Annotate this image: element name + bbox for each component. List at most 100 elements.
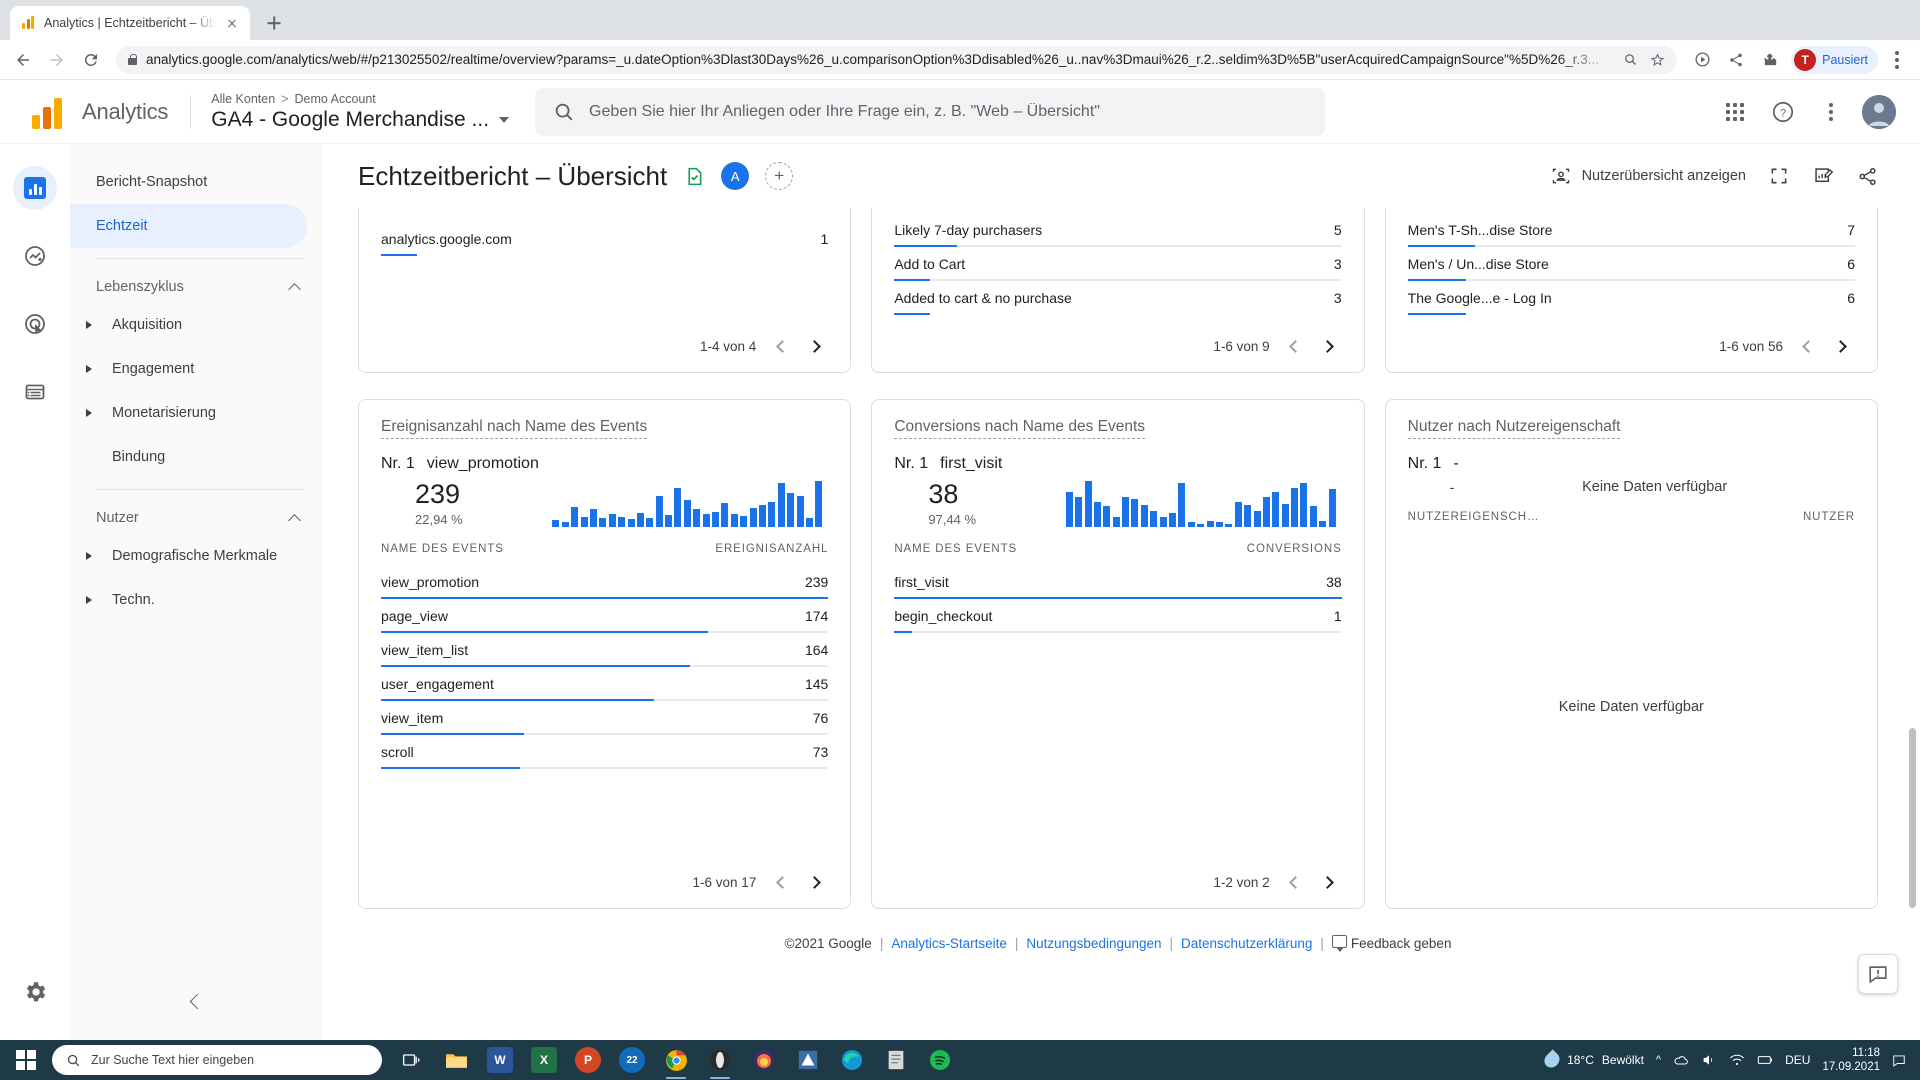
sidebar-item-bindung[interactable]: Bindung xyxy=(70,435,307,479)
taskbar-app-file-explorer[interactable] xyxy=(436,1040,476,1080)
more-options-icon[interactable] xyxy=(1814,95,1848,129)
table-row[interactable]: Add to Cart 3 xyxy=(894,247,1342,281)
media-control-icon[interactable] xyxy=(1687,45,1717,75)
table-row[interactable]: view_item 76 xyxy=(381,701,829,735)
table-row[interactable]: page_view 174 xyxy=(381,599,829,633)
share-icon[interactable] xyxy=(1856,165,1878,187)
account-selector[interactable]: Alle Konten > Demo Account GA4 - Google … xyxy=(211,92,510,132)
footer-link-privacy[interactable]: Datenschutzerklärung xyxy=(1181,936,1312,951)
next-page-button[interactable] xyxy=(804,870,828,894)
card-title[interactable]: Nutzer nach Nutzereigenschaft xyxy=(1407,418,1621,439)
table-row[interactable]: scroll 73 xyxy=(381,735,829,769)
sidebar-item-akquisition[interactable]: Akquisition xyxy=(70,303,307,347)
prev-page-button[interactable] xyxy=(768,334,792,358)
collapse-nav-button[interactable] xyxy=(179,984,213,1018)
weather-widget[interactable]: 18°C Bewölkt xyxy=(1541,1049,1644,1071)
taskbar-app-word[interactable]: W xyxy=(480,1040,520,1080)
sidebar-item-echtzeit[interactable]: Echtzeit xyxy=(70,204,307,248)
table-row[interactable]: begin_checkout 1 xyxy=(894,599,1342,633)
table-row[interactable]: analytics.google.com 1 xyxy=(381,222,828,256)
next-page-button[interactable] xyxy=(1318,334,1342,358)
taskbar-app-opera[interactable] xyxy=(700,1040,740,1080)
prev-page-button[interactable] xyxy=(1282,334,1306,358)
task-view-button[interactable] xyxy=(392,1040,432,1080)
address-bar[interactable]: analytics.google.com/analytics/web/#/p21… xyxy=(116,45,1678,74)
browser-tab[interactable]: Analytics | Echtzeitbericht – Über xyxy=(10,6,250,40)
close-tab-icon[interactable] xyxy=(224,15,240,31)
table-row[interactable]: view_promotion 239 xyxy=(381,565,829,599)
star-icon[interactable] xyxy=(1650,52,1665,67)
card-title[interactable]: Ereignisanzahl nach Name des Events xyxy=(381,418,648,439)
back-arrow-icon[interactable] xyxy=(8,45,38,75)
validated-check-icon[interactable] xyxy=(683,165,705,187)
fullscreen-icon[interactable] xyxy=(1768,165,1790,187)
puzzle-icon[interactable] xyxy=(1755,45,1785,75)
taskbar-app-outlook[interactable]: 22 xyxy=(612,1040,652,1080)
sidebar-item-explore[interactable] xyxy=(13,234,57,278)
taskbar-app-vlc[interactable] xyxy=(788,1040,828,1080)
help-icon[interactable]: ? xyxy=(1766,95,1800,129)
table-row[interactable]: Men's T-Sh...dise Store 7 xyxy=(1407,208,1855,247)
sidebar-item-reports[interactable] xyxy=(13,166,57,210)
battery-icon[interactable] xyxy=(1757,1052,1773,1068)
comparison-chip-a[interactable]: A xyxy=(721,162,750,190)
notifications-icon[interactable] xyxy=(1892,1053,1906,1067)
sidebar-item-techn[interactable]: Techn. xyxy=(70,578,307,622)
new-tab-button[interactable] xyxy=(260,9,288,37)
chrome-profile-button[interactable]: T Pausiert xyxy=(1791,45,1878,74)
footer-link-terms[interactable]: Nutzungsbedingungen xyxy=(1026,936,1161,951)
sidebar-item-configure[interactable] xyxy=(13,370,57,414)
onedrive-icon[interactable] xyxy=(1673,1052,1689,1068)
property-name[interactable]: GA4 - Google Merchandise ... xyxy=(211,108,510,132)
search-input[interactable] xyxy=(589,102,1308,121)
table-row[interactable]: Likely 7-day purchasers 5 xyxy=(894,208,1342,247)
add-comparison-button[interactable]: + xyxy=(765,162,794,190)
zoom-icon[interactable] xyxy=(1623,52,1638,67)
forward-arrow-icon[interactable] xyxy=(42,45,72,75)
nav-group-lebenszyklus[interactable]: Lebenszyklus xyxy=(70,269,321,303)
taskbar-app-powerpoint[interactable]: P xyxy=(568,1040,608,1080)
taskbar-app-edge[interactable] xyxy=(832,1040,872,1080)
admin-settings-button[interactable] xyxy=(13,970,57,1014)
sidebar-item-monetarisierung[interactable]: Monetarisierung xyxy=(70,391,307,435)
input-language[interactable]: DEU xyxy=(1785,1053,1810,1067)
next-page-button[interactable] xyxy=(804,334,828,358)
table-row[interactable]: The Google...e - Log In 6 xyxy=(1407,281,1855,315)
breadcrumb-root[interactable]: Alle Konten xyxy=(211,92,275,106)
sidebar-item-demografische-merkmale[interactable]: Demografische Merkmale xyxy=(70,534,307,578)
user-snapshot-button[interactable]: Nutzerübersicht anzeigen xyxy=(1550,165,1746,187)
taskbar-app-excel[interactable]: X xyxy=(524,1040,564,1080)
clock[interactable]: 11:18 17.09.2021 xyxy=(1822,1046,1880,1075)
volume-icon[interactable] xyxy=(1701,1052,1717,1068)
taskbar-app-reader[interactable] xyxy=(876,1040,916,1080)
table-row[interactable]: Added to cart & no purchase 3 xyxy=(894,281,1342,315)
report-scroll-area[interactable]: analytics.google.com 1 1-4 von 4 Likely … xyxy=(322,208,1920,1040)
reload-icon[interactable] xyxy=(76,45,106,75)
table-row[interactable]: Men's / Un...dise Store 6 xyxy=(1407,247,1855,281)
apps-grid-icon[interactable] xyxy=(1718,95,1752,129)
customize-report-icon[interactable] xyxy=(1812,165,1834,187)
footer-link-analytics-home[interactable]: Analytics-Startseite xyxy=(891,936,1007,951)
table-row[interactable]: user_engagement 145 xyxy=(381,667,829,701)
breadcrumb-account[interactable]: Demo Account xyxy=(294,92,375,106)
sidebar-item-advertising[interactable] xyxy=(13,302,57,346)
share-browser-icon[interactable] xyxy=(1721,45,1751,75)
taskbar-search[interactable]: Zur Suche Text hier eingeben xyxy=(52,1045,382,1075)
feedback-fab-button[interactable] xyxy=(1858,954,1898,994)
footer-feedback[interactable]: Feedback geben xyxy=(1331,935,1451,952)
network-icon[interactable] xyxy=(1729,1052,1745,1068)
table-row[interactable]: view_item_list 164 xyxy=(381,633,829,667)
sidebar-item-bericht-snapshot[interactable]: Bericht-Snapshot xyxy=(70,160,307,204)
prev-page-button[interactable] xyxy=(1795,334,1819,358)
scrollbar-thumb[interactable] xyxy=(1909,728,1916,908)
next-page-button[interactable] xyxy=(1318,870,1342,894)
sidebar-item-engagement[interactable]: Engagement xyxy=(70,347,307,391)
taskbar-app-spotify[interactable] xyxy=(920,1040,960,1080)
next-page-button[interactable] xyxy=(1831,334,1855,358)
table-row[interactable]: first_visit 38 xyxy=(894,565,1342,599)
avatar[interactable] xyxy=(1862,94,1896,129)
card-title[interactable]: Conversions nach Name des Events xyxy=(894,418,1146,439)
taskbar-app-chrome[interactable] xyxy=(656,1040,696,1080)
prev-page-button[interactable] xyxy=(768,870,792,894)
start-button[interactable] xyxy=(4,1040,48,1080)
